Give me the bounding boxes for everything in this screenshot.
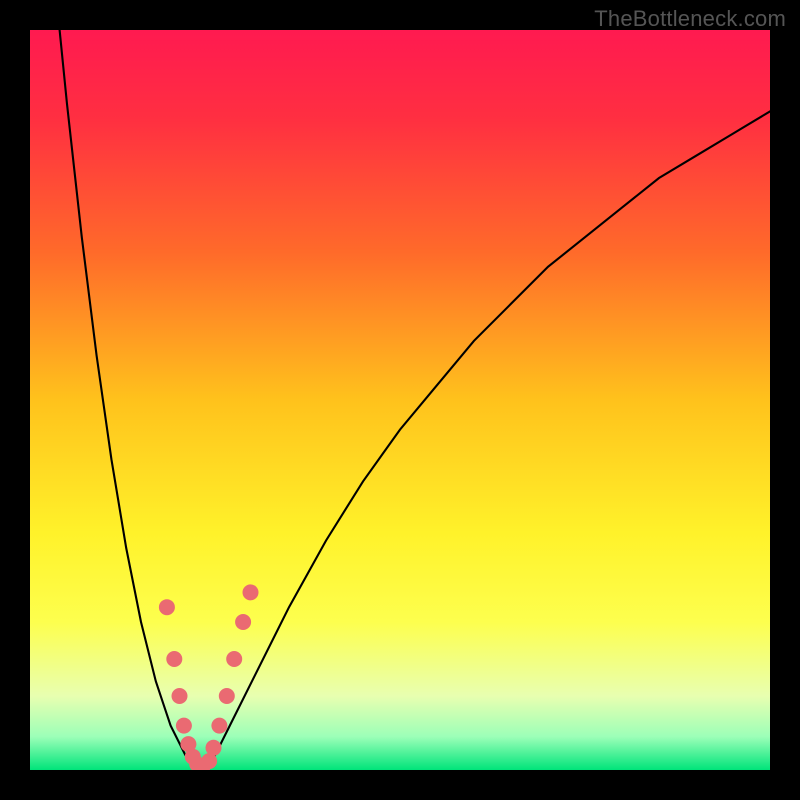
marker-dot	[172, 688, 188, 704]
marker-dot	[159, 599, 175, 615]
plot-area	[30, 30, 770, 770]
chart-svg	[30, 30, 770, 770]
marker-dot	[176, 718, 192, 734]
marker-dot	[226, 651, 242, 667]
marker-dot	[235, 614, 251, 630]
chart-frame: TheBottleneck.com	[0, 0, 800, 800]
marker-dot	[243, 584, 259, 600]
marker-dot	[219, 688, 235, 704]
watermark-text: TheBottleneck.com	[594, 6, 786, 32]
marker-dot	[211, 718, 227, 734]
marker-dot	[206, 740, 222, 756]
gradient-background	[30, 30, 770, 770]
marker-dot	[166, 651, 182, 667]
